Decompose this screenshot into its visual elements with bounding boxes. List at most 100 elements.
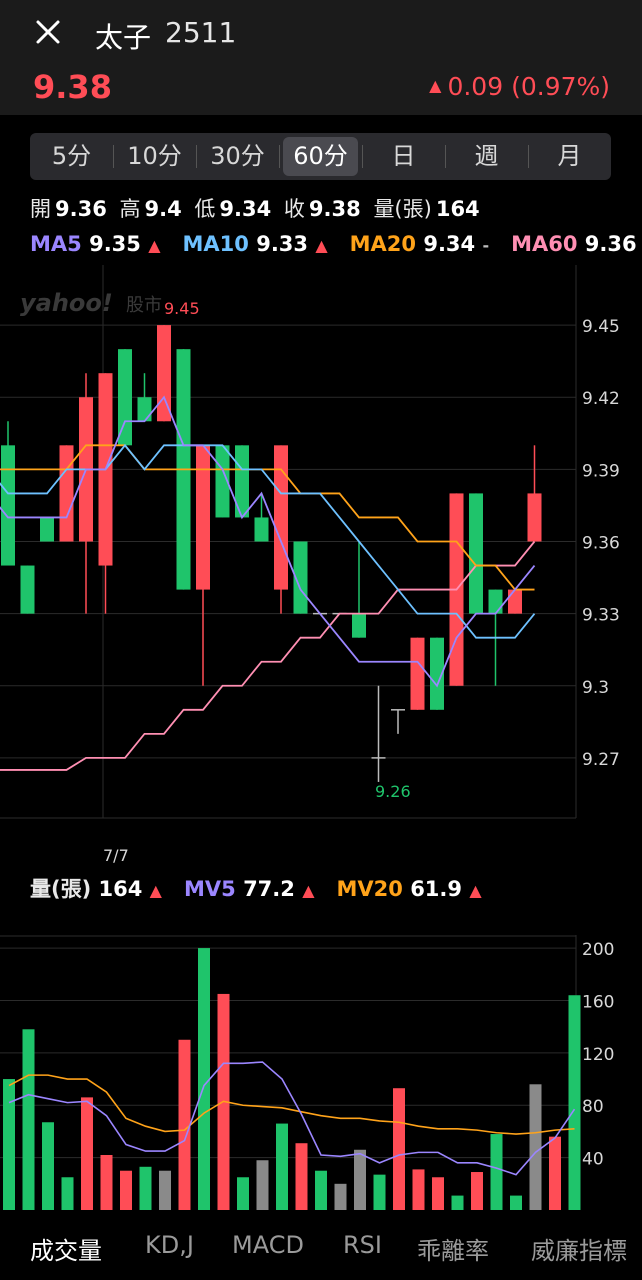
price-change: ▲ 0.09 (0.97%) [429,72,610,101]
mv-label: MV5 [183,877,244,901]
candle-down [254,517,269,542]
tab-indicator-2[interactable]: MACD [232,1231,304,1259]
volume-bar [100,1155,113,1210]
ma-label: MA20 [349,232,424,256]
candle-down [488,589,503,614]
volume-bar [334,1183,347,1210]
ma-value: 9.35 [89,232,149,256]
ma-value: 9.34 [423,232,483,256]
ma-label: MA60 [511,232,585,256]
candle-down [469,493,483,614]
ma-legend: MA5 9.35 ▲ MA10 9.33 ▲ MA20 9.34 - MA60 9.3… [30,232,642,256]
tab-separator [445,145,446,168]
up-arrow-icon: ▲ [149,881,162,900]
tab-indicator-3[interactable]: RSI [343,1231,382,1259]
tab-separator [113,145,114,168]
tab-period-6[interactable]: 月 [532,133,607,180]
period-tabs: 5分 10分 30分 60分日週月 [30,133,611,180]
mv-label: MV20 [336,877,411,901]
candle-down [20,565,35,614]
watermark-brand: yahoo! [20,289,113,317]
candle-up [410,637,425,710]
stock-code: 2511 [165,16,237,49]
up-arrow-icon: ▲ [302,881,315,900]
volume-label: 量(張) [373,197,432,221]
volume-tick-label: 200 [582,940,614,960]
up-arrow-icon: ▲ [469,881,482,900]
tab-indicator-5[interactable]: 威廉指標 [531,1231,627,1266]
volume-legend: 量(張) 164 ▲ MV5 77.2 ▲ MV20 61.9 ▲ [30,873,504,903]
high-label: 高 [119,197,141,221]
price-tick-label: 9.3 [582,678,609,698]
mv-value: 77.2 [243,877,303,901]
volume-bar [3,1079,15,1210]
volume-bar [42,1122,54,1210]
price-change-value: 0.09 (0.97%) [447,72,610,101]
volume-bar [393,1088,405,1210]
volume-bar [295,1143,308,1210]
volume-bar [471,1172,483,1210]
volume-tick-label: 80 [582,1097,604,1117]
volume-bar [451,1195,464,1210]
tab-indicator-1[interactable]: KD,J [145,1231,194,1259]
tab-period-1[interactable]: 10分 [117,133,192,180]
price-tick-label: 9.33 [582,606,620,626]
watermark: yahoo! 股市 [20,289,162,317]
volume-tick-label: 160 [582,992,614,1012]
candle-up [274,445,288,590]
price-tick-label: 9.36 [582,534,620,554]
volume-bar [354,1149,366,1210]
mv-value: 164 [98,877,150,901]
tab-period-2[interactable]: 30分 [200,133,275,180]
mv-label: 量(張) [30,877,99,901]
tab-period-4[interactable]: 日 [366,133,441,180]
ma-label: MA5 [30,232,90,256]
tab-indicator-0[interactable]: 成交量 [30,1231,102,1266]
volume-bar [276,1123,288,1210]
volume-bar [178,1039,191,1210]
close-icon[interactable] [30,14,70,54]
price-tick-label: 9.27 [582,750,620,770]
price-chart[interactable]: yahoo! 股市 9.45 9.42 9.39 9.36 9.33 9.3 9.27 9.… [0,265,642,825]
volume-bar [373,1174,386,1210]
price-tick-label: 9.42 [582,389,620,409]
watermark-suffix: 股市 [126,295,162,316]
volume-bar [81,1097,93,1210]
up-arrow-icon: ▲ [148,236,161,255]
header: 太子 2511 9.38 ▲ 0.09 (0.97%) [0,0,642,115]
volume-bar [412,1169,425,1210]
tab-period-0[interactable]: 5分 [34,133,109,180]
candle-up [527,493,542,542]
candle-up [196,445,210,590]
volume-bar [510,1195,522,1210]
volume-value: 164 [435,197,480,221]
volume-bar [139,1166,152,1210]
volume-bar [256,1160,269,1210]
mv20-line [8,1074,575,1135]
mv-value: 61.9 [410,877,470,901]
volume-bar [22,1029,35,1210]
candle-down [40,517,54,542]
volume-bar [198,948,210,1210]
tab-period-5[interactable]: 週 [449,133,524,180]
volume-tick-label: 40 [582,1150,604,1170]
open-label: 開 [30,197,51,221]
ma-value: 9.36 [584,232,642,256]
ma-value: 9.33 [256,232,316,256]
tab-period-3[interactable]: 60分 [283,137,358,176]
candle-up [59,445,74,542]
candle-down [137,397,152,422]
low-value: 9.34 [219,197,272,221]
tab-indicator-4[interactable]: 乖離率 [417,1231,489,1266]
candle-down [1,445,15,566]
volume-chart[interactable]: 200 160 120 80 40 [0,935,642,1215]
tab-separator [528,145,529,168]
volume-bar [237,1177,249,1210]
indicator-tabs: 成交量 KD,J MACD RSI 乖離率 威廉指標 [0,1215,642,1280]
volume-tick-label: 120 [582,1045,614,1065]
close-label: 收 [283,197,305,221]
volume-bar [549,1136,561,1210]
tab-separator [279,145,280,168]
tab-separator [362,145,363,168]
candle-down [352,613,366,638]
